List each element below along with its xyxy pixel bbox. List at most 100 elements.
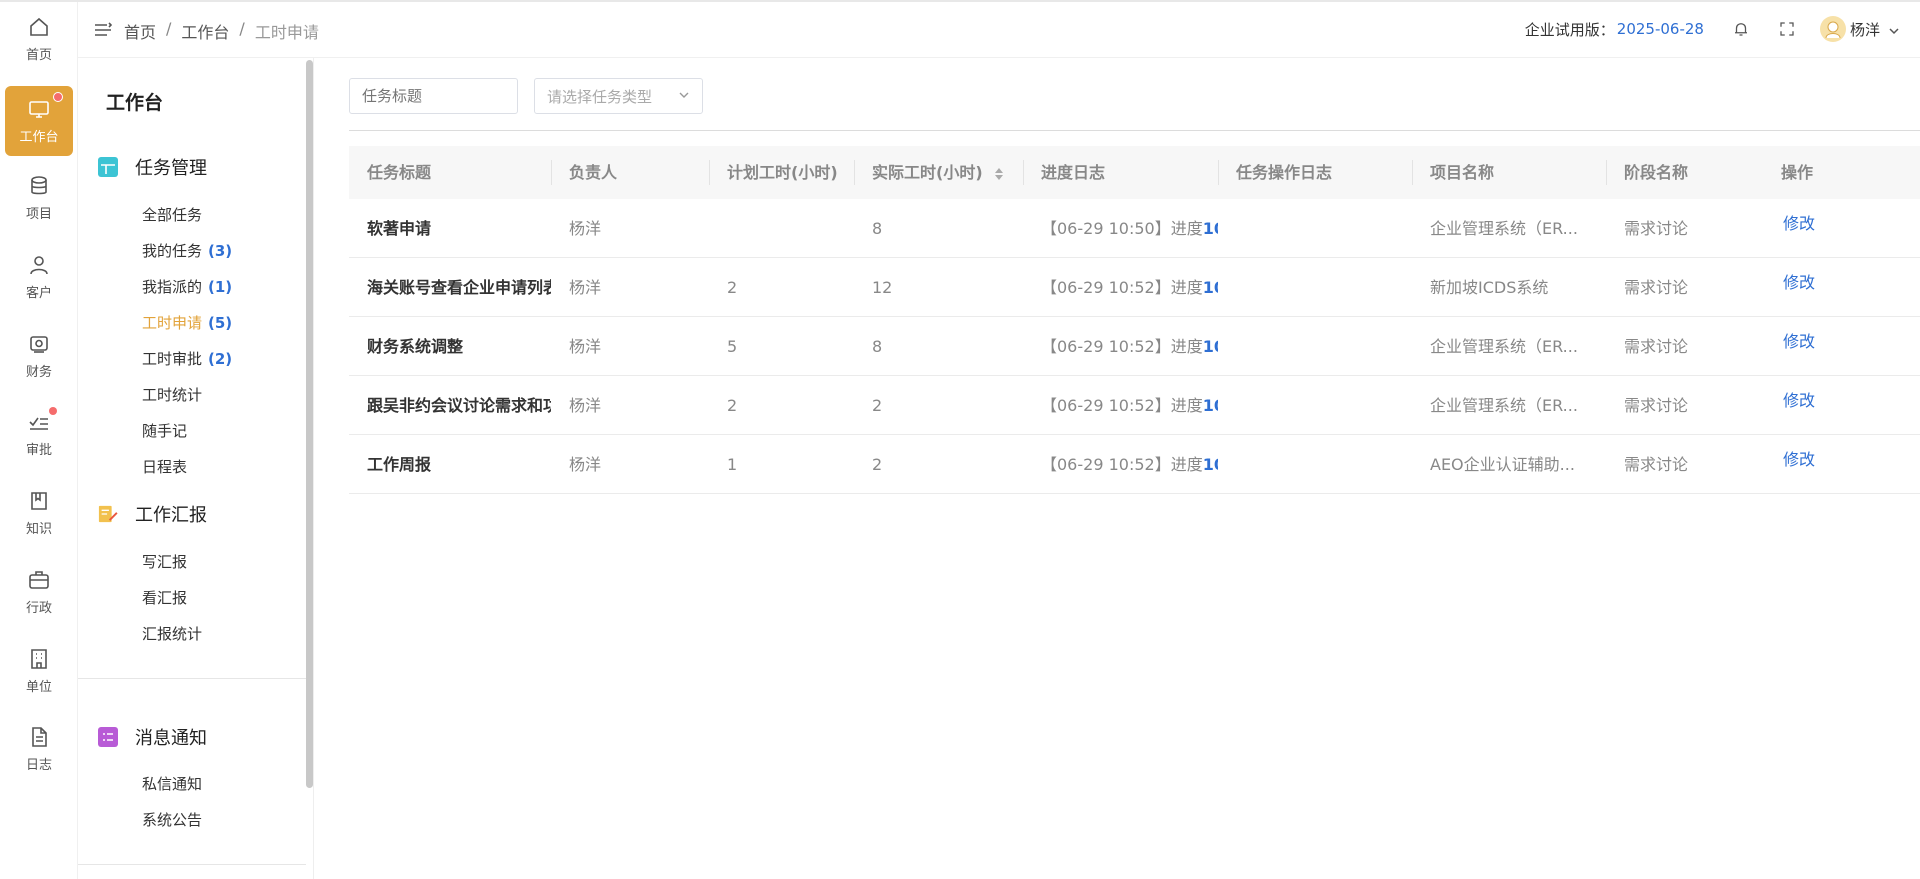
rail-item-finance[interactable]: 财务 xyxy=(5,321,73,391)
rail-label: 行政 xyxy=(25,601,52,616)
rail-label: 知识 xyxy=(25,522,52,537)
user-icon xyxy=(27,253,51,277)
rail-label: 财务 xyxy=(25,365,52,380)
avatar[interactable] xyxy=(1819,16,1846,42)
briefcase-icon xyxy=(27,568,51,592)
column-header: 进度日志 xyxy=(1041,163,1106,182)
rail-item-unit[interactable]: 单位 xyxy=(5,636,73,706)
cell-owner: 杨洋 xyxy=(569,337,602,356)
divider xyxy=(78,678,306,679)
cell-title[interactable]: 财务系统调整 xyxy=(367,317,551,376)
subnav-report-statistics[interactable]: 汇报统计 xyxy=(142,623,202,644)
subnav-schedule[interactable]: 日程表 xyxy=(142,456,187,477)
sub-navigation: 工作台 任务管理 全部任务 我的任务 (3) 我指派的 (1) 工时申请 (5) 工时… xyxy=(78,58,314,879)
group-task-management[interactable]: 任务管理 xyxy=(98,154,207,180)
count-badge: (3) xyxy=(208,242,233,260)
document-icon xyxy=(27,725,51,749)
cell-progress-log: 【06-29 10:50】进度100 xyxy=(1041,219,1218,238)
subnav-hours-application[interactable]: 工时申请 (5) xyxy=(142,312,232,333)
column-header: 计划工时(小时) xyxy=(727,163,838,182)
subnav-system-announcements[interactable]: 系统公告 xyxy=(142,809,202,830)
cell-project: 企业管理系统（ER... xyxy=(1430,219,1578,238)
cell-project: AEO企业认证辅助... xyxy=(1430,455,1575,474)
column-header-sortable[interactable]: 实际工时(小时) xyxy=(872,146,1004,199)
edit-link[interactable]: 修改 xyxy=(1783,376,1815,435)
cell-planned: 2 xyxy=(727,396,738,415)
subnav-scrollbar[interactable] xyxy=(306,60,313,788)
rail-item-approval[interactable]: 审批 xyxy=(5,399,73,469)
chevron-down-icon xyxy=(678,87,690,105)
group-messages[interactable]: 消息通知 xyxy=(98,724,207,750)
task-title-input[interactable] xyxy=(349,78,518,114)
subnav-hours-approval[interactable]: 工时审批 (2) xyxy=(142,348,232,369)
cell-actual: 2 xyxy=(872,455,883,474)
database-icon xyxy=(27,174,51,198)
rail-item-knowledge[interactable]: 知识 xyxy=(5,478,73,548)
table-header: 任务标题 负责人 计划工时(小时) 实际工时(小时) 进度日志 任务操作日志 项… xyxy=(349,146,1920,199)
cell-title[interactable]: 海关账号查看企业申请列表 xyxy=(367,258,551,317)
group-title: 工作汇报 xyxy=(135,505,207,526)
cell-title[interactable]: 工作周报 xyxy=(367,435,551,494)
cell-project: 企业管理系统（ER... xyxy=(1430,396,1578,415)
subnav-write-report[interactable]: 写汇报 xyxy=(142,551,187,572)
count-badge: (5) xyxy=(208,314,233,332)
rail-item-project[interactable]: 项目 xyxy=(5,163,73,233)
subnav-quick-notes[interactable]: 随手记 xyxy=(142,420,187,441)
edit-link[interactable]: 修改 xyxy=(1783,435,1815,494)
rail-item-admin[interactable]: 行政 xyxy=(5,557,73,627)
trial-date: 2025-06-28 xyxy=(1616,20,1704,38)
cell-actual: 2 xyxy=(872,396,883,415)
cell-title[interactable]: 软著申请 xyxy=(367,199,551,258)
subnav-all-tasks[interactable]: 全部任务 xyxy=(142,204,208,225)
grid-icon xyxy=(98,157,118,177)
task-table: 任务标题 负责人 计划工时(小时) 实际工时(小时) 进度日志 任务操作日志 项… xyxy=(349,146,1920,494)
breadcrumb-home[interactable]: 首页 xyxy=(124,19,156,43)
divider xyxy=(349,130,1920,131)
group-work-report[interactable]: 工作汇报 xyxy=(98,501,207,527)
report-pencil-icon xyxy=(98,504,118,524)
subnav-hours-statistics[interactable]: 工时统计 xyxy=(142,384,202,405)
cell-actual: 8 xyxy=(872,337,883,356)
chevron-down-icon[interactable] xyxy=(1888,23,1900,35)
table-row[interactable]: 跟吴非约会议讨论需求和功能 杨洋 2 2 【06-29 10:52】进度100 … xyxy=(349,376,1920,435)
message-list-icon xyxy=(98,727,118,747)
subnav-private-messages[interactable]: 私信通知 xyxy=(142,773,202,794)
divider xyxy=(78,864,306,865)
table-row[interactable]: 海关账号查看企业申请列表 杨洋 2 12 【06-29 10:52】进度100 … xyxy=(349,258,1920,317)
icon-rail: 首页 工作台 项目 客户 财务 审批 知识 行政 单位 日志 xyxy=(0,2,78,879)
rail-item-customer[interactable]: 客户 xyxy=(5,242,73,312)
cell-actual: 12 xyxy=(872,278,893,297)
cell-stage: 需求讨论 xyxy=(1624,396,1689,415)
subnav-my-tasks[interactable]: 我的任务 (3) xyxy=(142,240,232,261)
bell-icon[interactable] xyxy=(1732,20,1750,38)
task-type-select[interactable]: 请选择任务类型 xyxy=(534,78,703,114)
cell-progress-log: 【06-29 10:52】进度100 xyxy=(1041,396,1218,415)
edit-link[interactable]: 修改 xyxy=(1783,199,1815,258)
app-window: 首页 工作台 项目 客户 财务 审批 知识 行政 单位 日志 首页 / 工作台 … xyxy=(0,0,1920,879)
cell-actual: 8 xyxy=(872,219,883,238)
column-header: 阶段名称 xyxy=(1624,163,1689,182)
breadcrumb-separator: / xyxy=(239,19,245,38)
cell-title[interactable]: 跟吴非约会议讨论需求和功能 xyxy=(367,376,551,435)
rail-label: 客户 xyxy=(25,286,52,301)
table-row[interactable]: 软著申请 杨洋 8 【06-29 10:50】进度100 企业管理系统（ER..… xyxy=(349,199,1920,258)
fullscreen-icon[interactable] xyxy=(1778,20,1796,38)
cell-owner: 杨洋 xyxy=(569,396,602,415)
rail-item-log[interactable]: 日志 xyxy=(5,714,73,784)
user-name[interactable]: 杨洋 xyxy=(1850,19,1880,40)
rail-item-workbench[interactable]: 工作台 xyxy=(5,86,73,156)
rail-item-home[interactable]: 首页 xyxy=(5,4,73,74)
edit-link[interactable]: 修改 xyxy=(1783,258,1815,317)
cell-planned: 5 xyxy=(727,337,738,356)
sort-icon[interactable] xyxy=(994,167,1004,181)
subnav-view-report[interactable]: 看汇报 xyxy=(142,587,187,608)
approve-icon xyxy=(27,410,51,434)
table-row[interactable]: 工作周报 杨洋 1 2 【06-29 10:52】进度100 AEO企业认证辅助… xyxy=(349,435,1920,494)
edit-link[interactable]: 修改 xyxy=(1783,317,1815,376)
cell-progress-log: 【06-29 10:52】进度100 xyxy=(1041,278,1218,297)
rail-label: 单位 xyxy=(25,680,52,695)
breadcrumb-workbench[interactable]: 工作台 xyxy=(181,19,229,43)
subnav-assigned-by-me[interactable]: 我指派的 (1) xyxy=(142,276,232,297)
menu-toggle-icon[interactable] xyxy=(94,22,113,38)
table-row[interactable]: 财务系统调整 杨洋 5 8 【06-29 10:52】进度100 企业管理系统（… xyxy=(349,317,1920,376)
